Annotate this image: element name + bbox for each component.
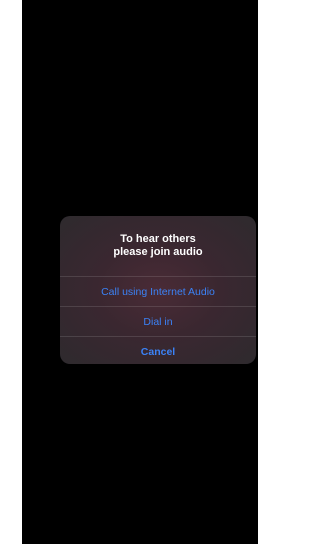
cancel-button[interactable]: Cancel — [60, 336, 256, 364]
left-margin — [0, 0, 22, 544]
dialog-title-line-1: To hear others — [120, 233, 196, 245]
right-margin — [258, 0, 279, 544]
dialog-title-line-2: please join audio — [113, 246, 203, 258]
dialog-header: To hear others please join audio — [60, 216, 256, 276]
call-internet-audio-button[interactable]: Call using Internet Audio — [60, 276, 256, 306]
dial-in-button[interactable]: Dial in — [60, 306, 256, 336]
join-audio-dialog: To hear others please join audio Call us… — [60, 216, 256, 364]
phone-screen: To hear others please join audio Call us… — [22, 0, 258, 544]
